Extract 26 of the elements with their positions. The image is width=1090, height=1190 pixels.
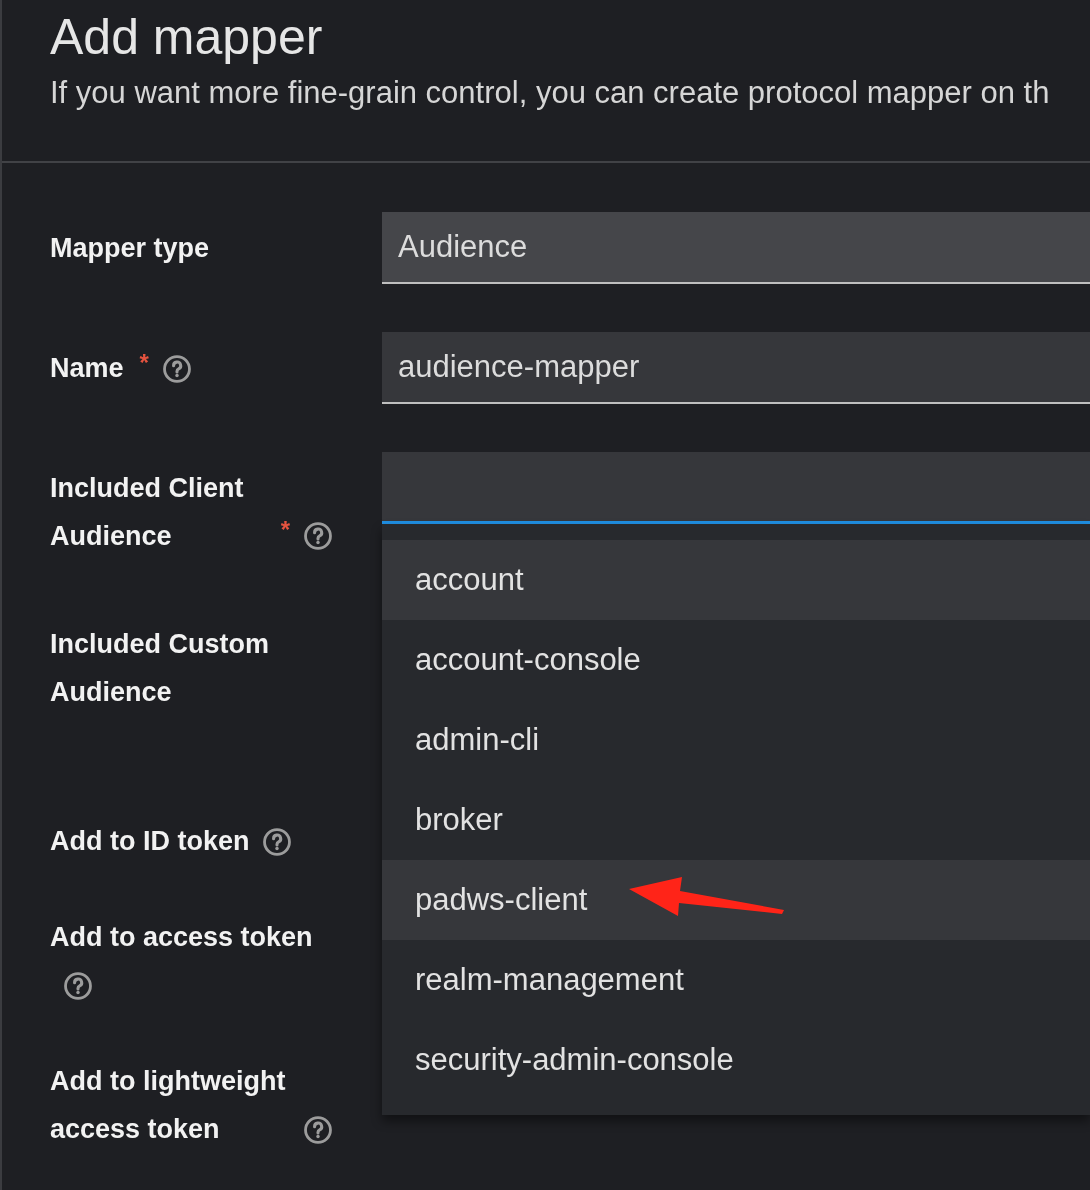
field-label: Name	[50, 353, 124, 383]
required-mark: *	[139, 349, 149, 376]
help-icon[interactable]	[304, 522, 332, 550]
help-icon[interactable]	[64, 972, 92, 1000]
field-label: Included Custom Audience	[50, 628, 270, 709]
field-label: Mapper type	[50, 233, 210, 263]
page-description: If you want more fine-grain control, you can create protocol mapper on th	[50, 74, 1050, 112]
field-label: Add to access token	[50, 922, 313, 952]
field-label: Add to lightweight access token	[50, 1065, 287, 1146]
menu-item[interactable]: security-admin-console	[382, 1020, 1090, 1100]
readonly-field[interactable]: Audience	[382, 212, 1090, 284]
field-label: Add to ID token	[50, 826, 250, 856]
menu-item[interactable]: realm-management	[382, 940, 1090, 1020]
help-icon[interactable]	[162, 355, 191, 383]
menu-item[interactable]: account-console	[382, 620, 1090, 700]
help-icon[interactable]	[263, 828, 292, 856]
required-mark: *	[280, 516, 290, 543]
help-icon[interactable]	[304, 1116, 332, 1144]
menu-item[interactable]: account	[382, 540, 1090, 620]
menu-item[interactable]: padws-client	[382, 860, 1090, 940]
input-field[interactable]: audience-mapper	[382, 332, 1090, 404]
menu-item[interactable]: broker	[382, 780, 1090, 860]
menu-item[interactable]: admin-cli	[382, 700, 1090, 780]
page-title: Add mapper	[50, 8, 323, 67]
field-label: Included Client Audience	[50, 472, 245, 553]
input-field[interactable]	[382, 452, 1090, 524]
